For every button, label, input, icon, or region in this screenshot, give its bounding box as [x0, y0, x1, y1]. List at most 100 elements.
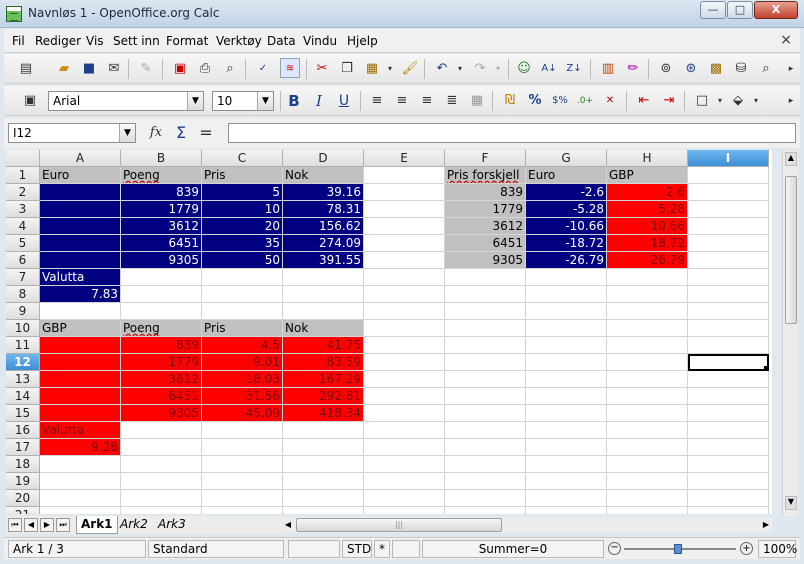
cell-b1[interactable]: Poeng	[121, 167, 202, 184]
cell-e8[interactable]	[364, 286, 445, 303]
cell-b12[interactable]: 1779	[121, 354, 202, 371]
selection-mode-status[interactable]: STD	[342, 540, 372, 558]
cell-h16[interactable]	[607, 422, 688, 439]
cell-i17[interactable]	[688, 439, 769, 456]
digital-signature-status[interactable]	[392, 540, 420, 558]
scroll-up-button[interactable]: ▲	[785, 152, 797, 166]
column-header-h[interactable]: H	[607, 150, 688, 167]
standard-format-icon[interactable]: $%	[550, 91, 570, 111]
zoom-in-icon[interactable]: +	[740, 542, 753, 555]
save-icon[interactable]: ■	[79, 59, 99, 79]
cell-h8[interactable]	[607, 286, 688, 303]
cell-a12[interactable]	[40, 354, 121, 371]
cell-d5[interactable]: 274.09	[283, 235, 364, 252]
cell-g17[interactable]	[526, 439, 607, 456]
cell-g1[interactable]: Euro	[526, 167, 607, 184]
cell-h11[interactable]	[607, 337, 688, 354]
cell-g13[interactable]	[526, 371, 607, 388]
cell-i14[interactable]	[688, 388, 769, 405]
sheet-tab-ark1[interactable]: Ark1	[76, 516, 118, 534]
row-header-11[interactable]: 11	[6, 337, 40, 354]
cell-d16[interactable]	[283, 422, 364, 439]
cell-h19[interactable]	[607, 473, 688, 490]
cell-h14[interactable]	[607, 388, 688, 405]
justify-icon[interactable]: ≣	[442, 91, 462, 111]
merge-cells-icon[interactable]: ▦	[467, 91, 487, 111]
cell-f13[interactable]	[445, 371, 526, 388]
cell-c18[interactable]	[202, 456, 283, 473]
sort-descending-icon[interactable]: Z↓	[564, 59, 584, 79]
cell-b8[interactable]	[121, 286, 202, 303]
cell-g10[interactable]	[526, 320, 607, 337]
redo-icon[interactable]: ↷	[470, 59, 490, 79]
underline-icon[interactable]: U	[334, 91, 354, 111]
cell-g5[interactable]: -18.72	[526, 235, 607, 252]
cell-e16[interactable]	[364, 422, 445, 439]
cell-i5[interactable]	[688, 235, 769, 252]
minimize-button[interactable]: —	[700, 1, 726, 19]
function-equals-icon[interactable]: =	[196, 123, 216, 143]
column-header-e[interactable]: E	[364, 150, 445, 167]
menu-data[interactable]: Data	[267, 34, 296, 48]
function-wizard-icon[interactable]: fx	[146, 123, 166, 143]
cell-b15[interactable]: 9305	[121, 405, 202, 422]
cell-h2[interactable]: 2.6	[607, 184, 688, 201]
sum-icon[interactable]: Σ	[171, 123, 191, 143]
cell-a18[interactable]	[40, 456, 121, 473]
cell-h5[interactable]: 18.72	[607, 235, 688, 252]
cell-c12[interactable]: 9.01	[202, 354, 283, 371]
menu-vindu[interactable]: Vindu	[303, 34, 337, 48]
cell-c16[interactable]	[202, 422, 283, 439]
sheet-tab-ark2[interactable]: Ark2	[116, 516, 152, 534]
cell-e17[interactable]	[364, 439, 445, 456]
print-preview-icon[interactable]: ⌕	[220, 59, 240, 79]
cell-f2[interactable]: 839	[445, 184, 526, 201]
cell-f17[interactable]	[445, 439, 526, 456]
cell-e1[interactable]	[364, 167, 445, 184]
borders-icon[interactable]: □	[692, 91, 712, 111]
cell-i8[interactable]	[688, 286, 769, 303]
cell-a10[interactable]: GBP	[40, 320, 121, 337]
cell-b2[interactable]: 839	[121, 184, 202, 201]
cell-f21[interactable]	[445, 507, 526, 514]
row-header-7[interactable]: 7	[6, 269, 40, 286]
cell-g8[interactable]	[526, 286, 607, 303]
column-header-d[interactable]: D	[283, 150, 364, 167]
cell-h1[interactable]: GBP	[607, 167, 688, 184]
cell-g3[interactable]: -5.28	[526, 201, 607, 218]
cell-f3[interactable]: 1779	[445, 201, 526, 218]
cell-c7[interactable]	[202, 269, 283, 286]
cell-c3[interactable]: 10	[202, 201, 283, 218]
cell-b16[interactable]	[121, 422, 202, 439]
cell-a11[interactable]	[40, 337, 121, 354]
cell-f10[interactable]	[445, 320, 526, 337]
cell-a3[interactable]	[40, 201, 121, 218]
cell-f11[interactable]	[445, 337, 526, 354]
styles-formatting-icon[interactable]: ▣	[20, 91, 40, 111]
cell-b9[interactable]	[121, 303, 202, 320]
cell-b4[interactable]: 3612	[121, 218, 202, 235]
cell-h12[interactable]	[607, 354, 688, 371]
italic-icon[interactable]: I	[309, 91, 329, 111]
chart-icon[interactable]: ▥	[598, 59, 618, 79]
paste-dropdown-icon[interactable]: ▾	[380, 59, 400, 79]
redo-dropdown-icon[interactable]: ▾	[488, 59, 508, 79]
cell-f8[interactable]	[445, 286, 526, 303]
cell-b14[interactable]: 6451	[121, 388, 202, 405]
cell-a2[interactable]	[40, 184, 121, 201]
cell-f12[interactable]	[445, 354, 526, 371]
cell-i2[interactable]	[688, 184, 769, 201]
row-header-3[interactable]: 3	[6, 201, 40, 218]
row-header-15[interactable]: 15	[6, 405, 40, 422]
cell-f7[interactable]	[445, 269, 526, 286]
cell-c13[interactable]: 18.03	[202, 371, 283, 388]
menu-rediger[interactable]: Rediger	[35, 34, 81, 48]
cell-c4[interactable]: 20	[202, 218, 283, 235]
cell-i1[interactable]	[688, 167, 769, 184]
cell-a4[interactable]	[40, 218, 121, 235]
cell-d14[interactable]: 292.81	[283, 388, 364, 405]
align-right-icon[interactable]: ≡	[417, 91, 437, 111]
cell-f9[interactable]	[445, 303, 526, 320]
cell-c21[interactable]	[202, 507, 283, 514]
menu-fil[interactable]: Fil	[12, 34, 25, 48]
